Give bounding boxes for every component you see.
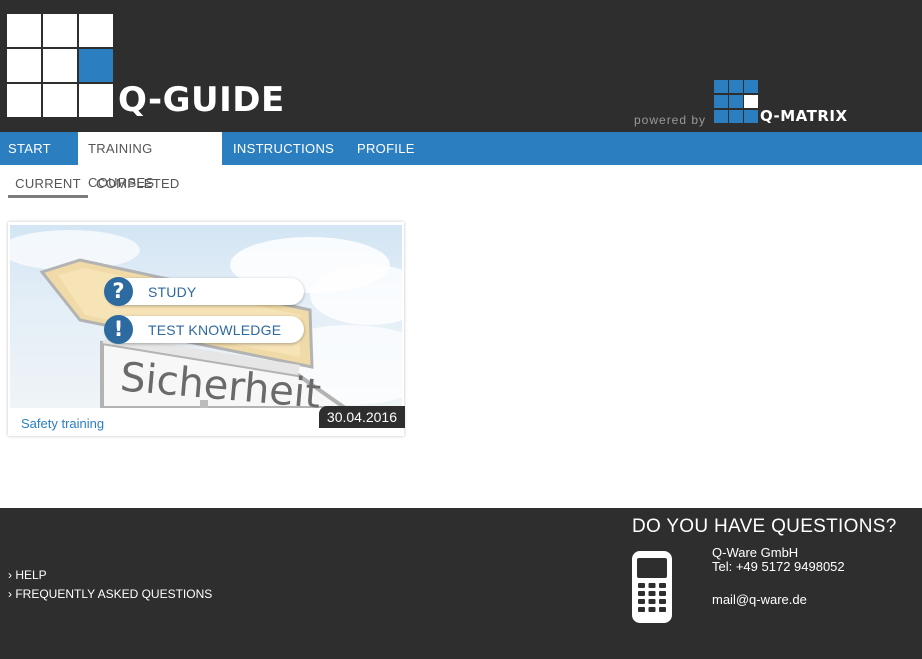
exclamation-icon: ! xyxy=(104,315,133,344)
faq-link[interactable]: › FREQUENTLY ASKED QUESTIONS xyxy=(8,587,212,601)
tab-current[interactable]: CURRENT xyxy=(8,176,88,198)
course-title[interactable]: Safety training xyxy=(21,416,104,431)
question-icon: ? xyxy=(104,277,133,306)
q-matrix-logo-text: Q-MATRIX xyxy=(760,107,848,125)
q-matrix-logo-grid xyxy=(714,80,760,124)
phone-number[interactable]: Tel: +49 5172 9498052 xyxy=(712,559,845,574)
nav-item-profile[interactable]: PROFILE xyxy=(357,132,415,165)
header: Q-GUIDE powered by Q-MATRIX xyxy=(0,0,922,132)
phone-icon xyxy=(632,551,672,623)
study-button[interactable]: ? STUDY xyxy=(104,277,304,306)
powered-by-label: powered by xyxy=(634,113,707,127)
study-label: STUDY xyxy=(148,284,197,300)
help-link[interactable]: › HELP xyxy=(8,568,47,582)
test-knowledge-button[interactable]: ! TEST KNOWLEDGE xyxy=(104,315,304,344)
questions-heading: DO YOU HAVE QUESTIONS? xyxy=(632,516,897,537)
nav-item-instructions[interactable]: INSTRUCTIONS xyxy=(233,132,334,165)
email-link[interactable]: mail@q-ware.de xyxy=(712,592,807,607)
footer: › HELP › FREQUENTLY ASKED QUESTIONS DO Y… xyxy=(0,508,922,659)
nav-item-training-courses[interactable]: TRAINING COURSES xyxy=(78,132,222,190)
course-date-badge: 30.04.2016 xyxy=(318,406,405,428)
course-card[interactable]: Sicherheit ? STUDY ! TEST KNOWLEDGE Safe… xyxy=(8,222,405,436)
app-logo-text: Q-GUIDE xyxy=(118,80,285,120)
company-name: Q-Ware GmbH xyxy=(712,545,799,560)
nav-item-start[interactable]: START xyxy=(8,132,51,165)
test-knowledge-label: TEST KNOWLEDGE xyxy=(148,322,282,338)
tab-completed[interactable]: COMPLETED xyxy=(96,176,179,198)
q-guide-logo-grid xyxy=(7,14,113,117)
main-nav: START TRAINING COURSES INSTRUCTIONS PROF… xyxy=(0,132,922,190)
